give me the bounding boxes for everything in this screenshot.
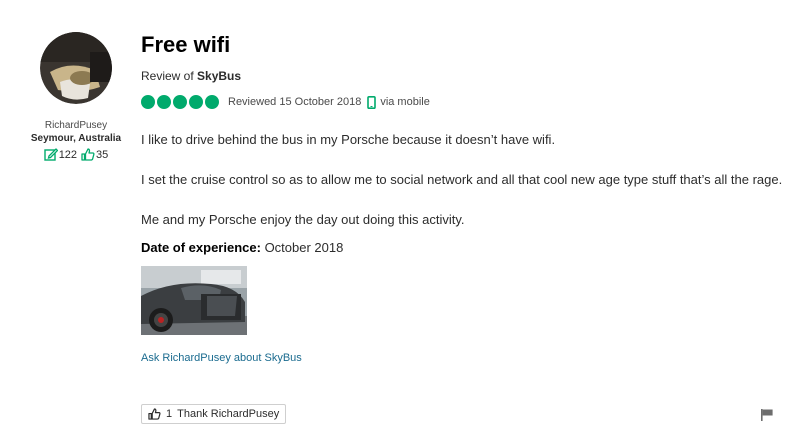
rating-bubble [141, 95, 155, 109]
avatar[interactable] [40, 32, 112, 104]
rating-bubbles [141, 95, 219, 109]
flag-icon[interactable] [760, 408, 774, 422]
reviewer-username[interactable]: RichardPusey [18, 120, 134, 131]
helpful-votes-count: 35 [96, 148, 109, 161]
pencil-icon [43, 148, 58, 161]
thank-button[interactable]: 1 Thank RichardPusey [141, 404, 287, 424]
rating-bubble [173, 95, 187, 109]
business-name[interactable]: SkyBus [197, 69, 241, 83]
reviewer-location: Seymour, Australia [30, 133, 122, 144]
rating-bubble [205, 95, 219, 109]
reviewed-date: Reviewed 15 October 2018 [228, 96, 362, 108]
rating-bubble [189, 95, 203, 109]
review-photo[interactable] [141, 266, 247, 335]
review-paragraph: I set the cruise control so as to allow … [141, 172, 783, 187]
contributions-stat: 122 [43, 148, 78, 161]
reviewer-stats: 122 35 [18, 148, 134, 161]
review-card: Free wifi Review of SkyBus Reviewed 15 O… [141, 32, 796, 365]
review-title[interactable]: Free wifi [141, 32, 796, 58]
review-paragraph: Me and my Porsche enjoy the day out doin… [141, 212, 465, 227]
review-body: I like to drive behind the bus in my Por… [141, 130, 796, 230]
helpful-votes-stat: 35 [81, 148, 108, 161]
thank-count: 1 [166, 408, 173, 420]
reviewer-profile: RichardPusey Seymour, Australia 122 35 [18, 32, 134, 161]
thank-label: Thank RichardPusey [177, 408, 280, 420]
contributions-count: 122 [58, 148, 78, 161]
date-of-experience: Date of experience: October 2018 [141, 239, 796, 257]
review-of-prefix: Review of [141, 69, 194, 83]
review-of-line: Review of SkyBus [141, 68, 796, 84]
thumbs-up-icon [81, 148, 95, 161]
date-of-experience-value: October 2018 [264, 240, 344, 255]
review-meta: Reviewed 15 October 2018 via mobile [141, 94, 796, 110]
review-paragraph: I like to drive behind the bus in my Por… [141, 132, 556, 147]
ask-reviewer-link[interactable]: Ask RichardPusey about SkyBus [141, 351, 796, 365]
mobile-phone-icon [367, 95, 377, 109]
device-label: via mobile [380, 96, 430, 108]
mobile-badge: via mobile [367, 95, 430, 109]
thumbs-up-icon [148, 408, 161, 420]
rating-bubble [157, 95, 171, 109]
date-of-experience-label: Date of experience: [141, 240, 261, 255]
